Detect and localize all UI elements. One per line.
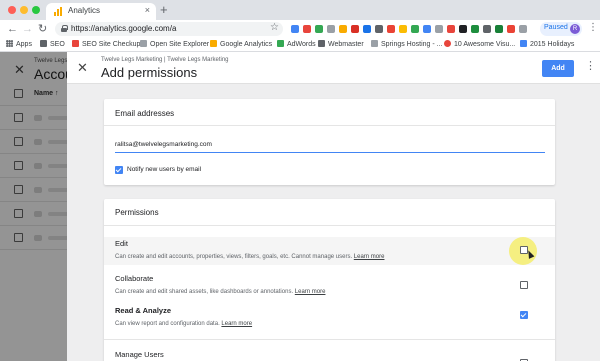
permission-description: Can create and edit shared assets, like … (115, 289, 326, 295)
extension-icon[interactable] (339, 25, 347, 33)
bookmarks-bar: Apps SEO SEO Site Checkup Open Site Expl… (0, 38, 600, 52)
holiday-icon (520, 40, 527, 47)
card-title: Permissions (115, 208, 159, 217)
permission-edit[interactable]: Edit Can create and edit accounts, prope… (104, 237, 555, 265)
learn-more-link[interactable]: Learn more (354, 254, 385, 260)
browser-tab-analytics[interactable]: Analytics × (46, 3, 156, 20)
apps-grid-icon (6, 40, 13, 47)
bookmark-10-awesome[interactable]: 10 Awesome Visu... (444, 40, 515, 48)
extension-icon[interactable] (447, 25, 455, 33)
bookmark-seo[interactable]: SEO (40, 40, 65, 48)
forward-arrow-icon[interactable]: → (22, 22, 33, 36)
extension-icon[interactable] (459, 25, 467, 33)
browser-tab-bar: Analytics × + (0, 0, 600, 20)
extension-icon[interactable] (495, 25, 503, 33)
bookmark-star-icon[interactable]: ☆ (270, 22, 279, 33)
permission-read-analyze[interactable]: Read & Analyze Can view report and confi… (104, 306, 555, 330)
learn-more-link[interactable]: Learn more (295, 289, 326, 295)
browser-menu-icon[interactable]: ⋮ (588, 22, 598, 33)
read-analyze-checkbox[interactable] (520, 311, 528, 319)
bookmark-adwords[interactable]: AdWords (277, 40, 316, 48)
url-input[interactable]: https://analytics.google.com/a ☆ (55, 22, 283, 36)
bookmark-seo-site-checkup[interactable]: SEO Site Checkup (72, 40, 140, 48)
analytics-icon (210, 40, 217, 47)
divider (104, 339, 555, 340)
permission-manage-users[interactable]: Manage Users (104, 350, 555, 361)
extension-icon[interactable] (375, 25, 383, 33)
permission-description: Can create and edit accounts, properties… (115, 254, 385, 260)
extension-icon[interactable] (435, 25, 443, 33)
divider (104, 125, 555, 126)
paused-label: Paused (544, 24, 568, 31)
extension-icon[interactable] (315, 25, 323, 33)
permission-name: Collaborate (115, 274, 154, 283)
permissions-card: Permissions Edit Can create and edit acc… (104, 199, 555, 361)
email-field[interactable]: ralitsa@twelvelegsmarketing.com (115, 137, 545, 153)
extension-icon[interactable] (351, 25, 359, 33)
window-minimize-button[interactable] (20, 6, 28, 14)
extension-icon[interactable] (507, 25, 515, 33)
lock-icon (61, 25, 68, 32)
extension-icon[interactable] (387, 25, 395, 33)
profile-paused-button[interactable]: Paused R (540, 22, 582, 36)
add-button[interactable]: Add (542, 60, 574, 77)
extension-icon[interactable] (399, 25, 407, 33)
seo-site-checkup-icon (72, 40, 79, 47)
permission-name: Read & Analyze (115, 306, 171, 315)
bookmark-2015-holidays[interactable]: 2015 Holidays (520, 40, 574, 48)
extension-icon[interactable] (303, 25, 311, 33)
divider (104, 225, 555, 226)
bookmark-webmaster[interactable]: Webmaster (318, 40, 364, 48)
bookmark-open-site-explorer[interactable]: Open Site Explorer (140, 40, 209, 48)
bookmark-springs-hosting[interactable]: Springs Hosting - ... (371, 40, 442, 48)
extension-icon[interactable] (327, 25, 335, 33)
circle-icon (444, 40, 451, 47)
window-maximize-button[interactable] (32, 6, 40, 14)
notify-checkbox[interactable] (115, 166, 123, 174)
analytics-favicon-icon (54, 7, 63, 16)
page-icon (140, 40, 147, 47)
close-icon[interactable]: ✕ (77, 61, 88, 74)
address-bar: ← → ↻ https://analytics.google.com/a ☆ P… (0, 20, 600, 38)
extension-icon[interactable] (423, 25, 431, 33)
page-title: Add permissions (101, 65, 198, 80)
extension-icon[interactable] (291, 25, 299, 33)
tab-close-icon[interactable]: × (145, 5, 150, 15)
email-addresses-card: Email addresses ralitsa@twelvelegsmarket… (104, 99, 555, 185)
page-icon (371, 40, 378, 47)
back-arrow-icon[interactable]: ← (7, 22, 18, 36)
tab-title: Analytics (68, 6, 101, 15)
permission-collaborate[interactable]: Collaborate Can create and edit shared a… (104, 274, 555, 298)
more-options-icon[interactable]: ⋮ (585, 59, 596, 74)
card-title: Email addresses (115, 109, 175, 118)
collaborate-checkbox[interactable] (520, 281, 528, 289)
add-permissions-panel: ✕ Twelve Legs Marketing | Twelve Legs Ma… (67, 52, 600, 361)
adwords-icon (277, 40, 284, 47)
permission-description: Can view report and configuration data. … (115, 321, 253, 327)
notify-label: Notify new users by email (127, 166, 202, 173)
folder-icon (40, 40, 47, 47)
avatar: R (570, 24, 580, 34)
email-value: ralitsa@twelvelegsmarketing.com (115, 141, 212, 148)
reload-icon[interactable]: ↻ (38, 22, 47, 36)
permission-name: Manage Users (115, 350, 164, 359)
extension-icon[interactable] (411, 25, 419, 33)
panel-header: ✕ Twelve Legs Marketing | Twelve Legs Ma… (67, 52, 600, 84)
bookmark-apps[interactable]: Apps (6, 40, 32, 48)
extension-icon[interactable] (471, 25, 479, 33)
url-text: https://analytics.google.com/a (71, 24, 177, 33)
extension-icon[interactable] (483, 25, 491, 33)
permission-name: Edit (115, 239, 128, 248)
learn-more-link[interactable]: Learn more (221, 321, 252, 327)
window-close-button[interactable] (8, 6, 16, 14)
webmaster-icon (318, 40, 325, 47)
bookmark-google-analytics[interactable]: Google Analytics (210, 40, 272, 48)
new-tab-button[interactable]: + (160, 3, 168, 17)
extension-icon[interactable] (519, 25, 527, 33)
breadcrumb: Twelve Legs Marketing | Twelve Legs Mark… (101, 57, 229, 63)
extension-icon[interactable] (363, 25, 371, 33)
